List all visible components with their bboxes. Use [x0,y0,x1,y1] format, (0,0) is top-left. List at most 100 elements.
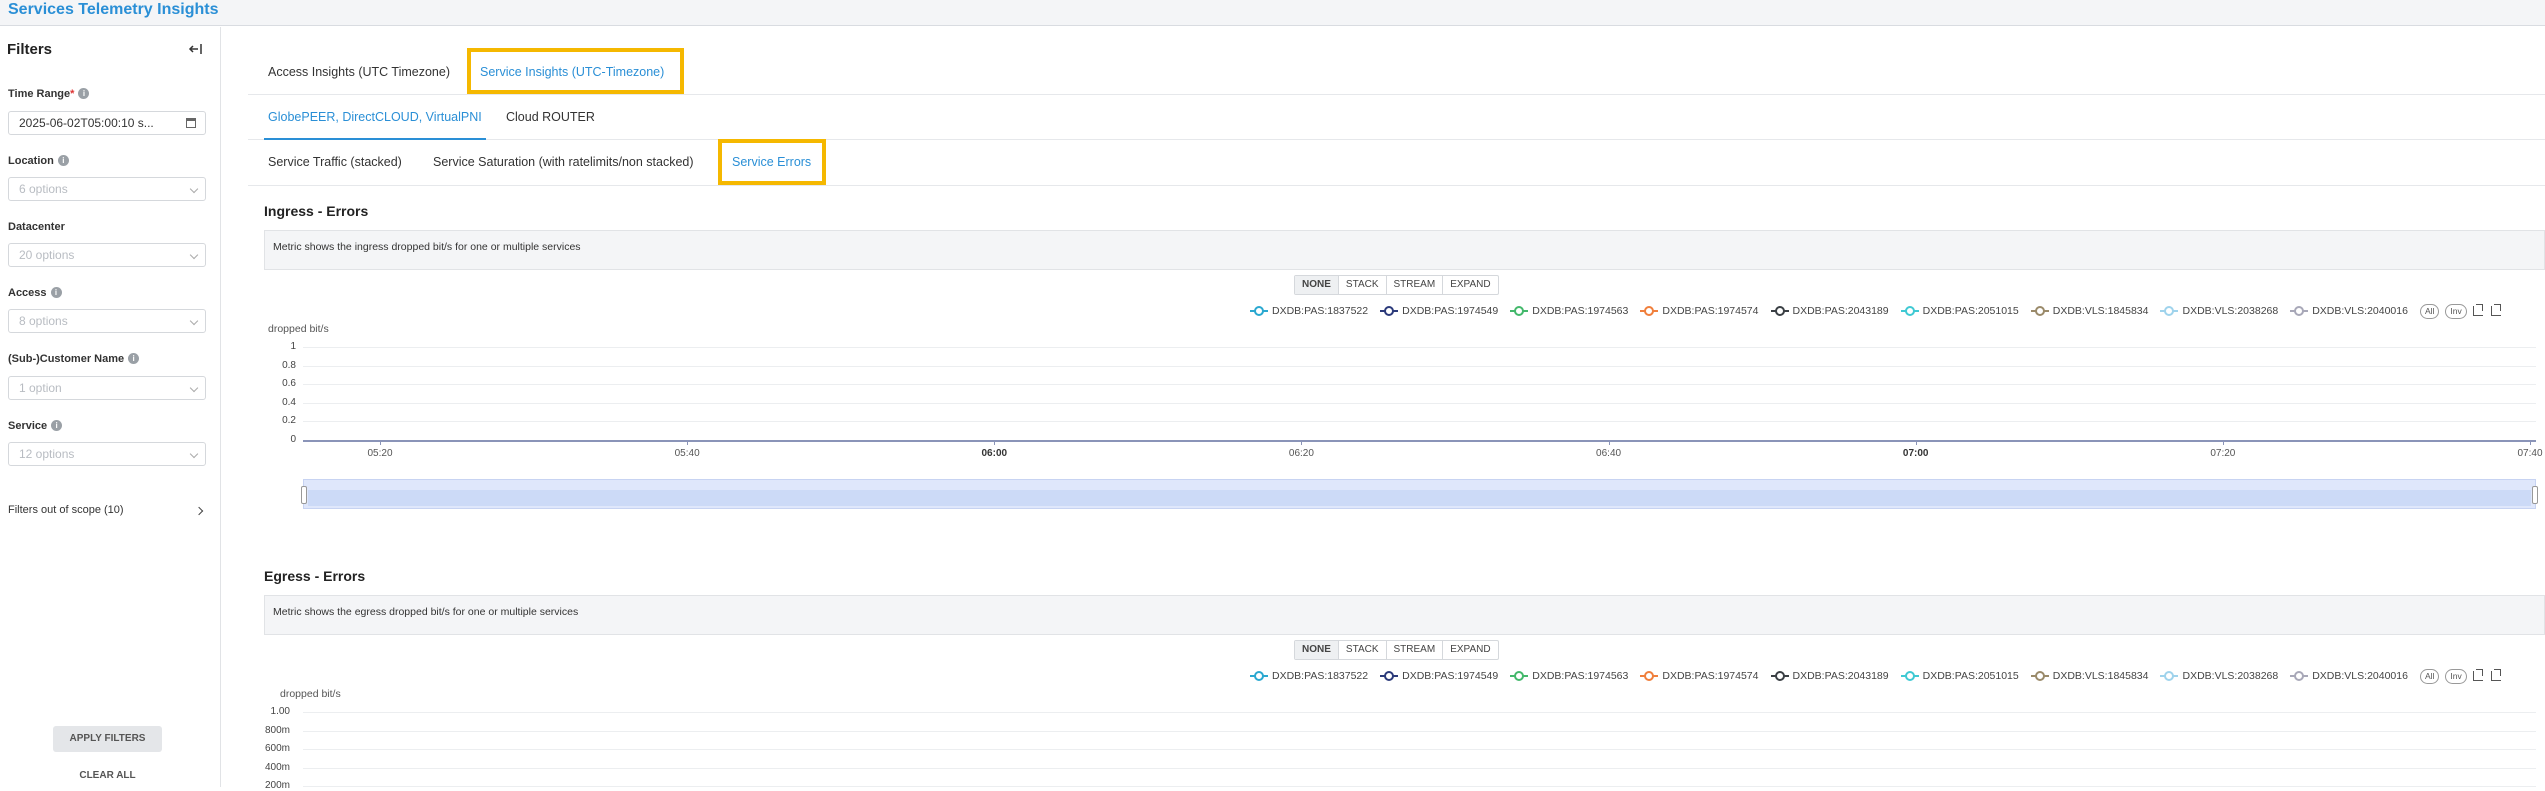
time-range-value: 2025-06-02T05:00:10 s... [19,116,154,130]
datacenter-select[interactable]: 20 options [8,243,206,267]
navigator-right-handle[interactable] [2532,486,2538,504]
legend-item[interactable]: DXDB:VLS:1845834 [2030,670,2149,682]
service-select[interactable]: 12 options [8,442,206,466]
x-tick-label: 05:20 [367,448,393,459]
info-icon: i [78,88,90,99]
legend-all-button[interactable]: All [2419,668,2440,684]
legend-item[interactable]: DXDB:PAS:1974563 [1510,305,1628,317]
collapse-sidebar-icon[interactable] [186,39,206,59]
legend-marker-icon [1900,670,1919,682]
gridline [303,421,2536,423]
legend-label: DXDB:PAS:1974563 [1532,670,1629,682]
navigator-left-handle[interactable] [301,486,307,504]
fullscreen-icon[interactable] [2490,304,2501,316]
x-tick-label: 07:00 [1902,448,1929,459]
legend-item[interactable]: DXDB:PAS:1837522 [1250,305,1368,317]
tab-globepeer[interactable]: GlobePEER, DirectCLOUD, VirtualPNI [268,110,482,124]
gridline [303,712,2536,713]
legend-item[interactable]: DXDB:PAS:2051015 [1900,305,2019,317]
clear-all-button[interactable]: CLEAR ALL [53,770,162,781]
legend-item[interactable]: DXDB:PAS:1974574 [1640,305,1759,317]
legend-item[interactable]: DXDB:PAS:1974549 [1380,305,1498,317]
ingress-title: Ingress - Errors [264,203,369,219]
tab-service-errors[interactable]: Service Errors [732,155,811,169]
apply-filters-button[interactable]: APPLY FILTERS [53,726,162,752]
legend-invert-button[interactable]: Inv [2445,668,2467,684]
filters-out-of-scope[interactable]: Filters out of scope (10) [8,504,206,522]
legend-marker-icon [1250,305,1268,317]
gridline [303,767,2536,769]
tab-service-insights[interactable]: Service Insights (UTC-Timezone) [480,65,664,79]
legend-item[interactable]: DXDB:PAS:2043189 [1770,670,1889,682]
tab-cloud-router[interactable]: Cloud ROUTER [506,110,595,124]
legend-marker-icon [1770,670,1789,682]
legend-all-button[interactable]: All [2419,303,2440,319]
gridline [303,749,2536,750]
tab-access-insights[interactable]: Access Insights (UTC Timezone) [268,65,450,79]
legend-item[interactable]: DXDB:PAS:1974563 [1510,670,1628,682]
legend-item[interactable]: DXDB:VLS:2040016 [2290,670,2408,682]
x-axis-line [303,440,2536,442]
legend-item[interactable]: DXDB:VLS:2040016 [2290,305,2408,317]
x-tick-label: 06:00 [981,448,1008,459]
chevron-down-icon [189,316,199,326]
legend-marker-icon [2290,670,2309,682]
x-tick-mark [1915,440,1917,445]
filters-sidebar: Filters Time Range* i 2025-06-02T05:00:10… [0,27,221,787]
y-tick-label: 0 [290,434,296,445]
tab-service-saturation[interactable]: Service Saturation (with ratelimits/non … [433,155,694,169]
toolbar-none-button[interactable]: NONE [1295,276,1339,294]
export-icon[interactable] [2472,669,2483,681]
chevron-down-icon [189,383,199,393]
egress-chart-toolbar: NONE STACK STREAM EXPAND [1294,640,1499,660]
fullscreen-icon[interactable] [2490,669,2501,681]
toolbar-expand-button[interactable]: EXPAND [1443,641,1497,659]
navigator-selection [308,490,2531,506]
info-icon: i [50,287,62,298]
x-tick-label: 06:40 [1596,448,1622,459]
x-tick-label: 07:40 [2517,448,2543,459]
main-content: Access Insights (UTC Timezone) Service I… [248,27,2545,791]
legend-invert-button[interactable]: Inv [2445,303,2467,319]
tab-service-traffic[interactable]: Service Traffic (stacked) [268,155,402,169]
legend-marker-icon [1510,305,1529,317]
legend-label: DXDB:VLS:1845834 [2052,670,2149,682]
ingress-range-navigator[interactable] [301,479,2538,509]
legend-item[interactable]: DXDB:PAS:2043189 [1770,305,1889,317]
y-tick-label: 1 [290,341,296,352]
customer-select[interactable]: 1 option [8,376,206,400]
x-tick-mark [2222,440,2224,445]
legend-item[interactable]: DXDB:VLS:2038268 [2160,305,2278,317]
top-bar: Services Telemetry Insights [0,0,2545,26]
legend-item[interactable]: DXDB:PAS:2051015 [1900,670,2019,682]
tabs-level2: GlobePEER, DirectCLOUD, VirtualPNI Cloud… [248,95,2545,140]
toolbar-expand-button[interactable]: EXPAND [1443,276,1497,294]
toolbar-stream-button[interactable]: STREAM [1387,641,1444,659]
legend-label: DXDB:PAS:2043189 [1792,670,1889,682]
legend-item[interactable]: DXDB:PAS:1837522 [1250,670,1368,682]
legend-item[interactable]: DXDB:VLS:1845834 [2030,305,2148,317]
legend-item[interactable]: DXDB:PAS:1974549 [1380,670,1498,682]
access-select[interactable]: 8 options [8,309,206,333]
legend-item[interactable]: DXDB:VLS:2038268 [2160,670,2278,682]
legend-marker-icon [2160,305,2179,317]
export-icon[interactable] [2472,304,2483,316]
y-tick-label: 600m [264,743,290,754]
legend-label: DXDB:PAS:1974574 [1662,305,1759,317]
gridline [303,402,2536,404]
legend-marker-icon [1770,305,1789,317]
toolbar-stack-button[interactable]: STACK [1339,641,1387,659]
legend-item[interactable]: DXDB:PAS:1974574 [1640,670,1759,682]
legend-marker-icon [2030,305,2049,317]
location-select[interactable]: 6 options [8,177,206,201]
service-placeholder: 12 options [19,447,75,461]
toolbar-none-button[interactable]: NONE [1295,641,1339,659]
toolbar-stream-button[interactable]: STREAM [1387,276,1444,294]
legend-label: DXDB:PAS:1837522 [1272,670,1369,682]
legend-marker-icon [2290,305,2309,317]
chevron-right-icon [194,506,204,516]
egress-ylabel: dropped bit/s [280,688,341,700]
time-range-input[interactable]: 2025-06-02T05:00:10 s... [8,111,206,135]
toolbar-stack-button[interactable]: STACK [1339,276,1387,294]
legend-label: DXDB:PAS:1837522 [1272,305,1369,317]
